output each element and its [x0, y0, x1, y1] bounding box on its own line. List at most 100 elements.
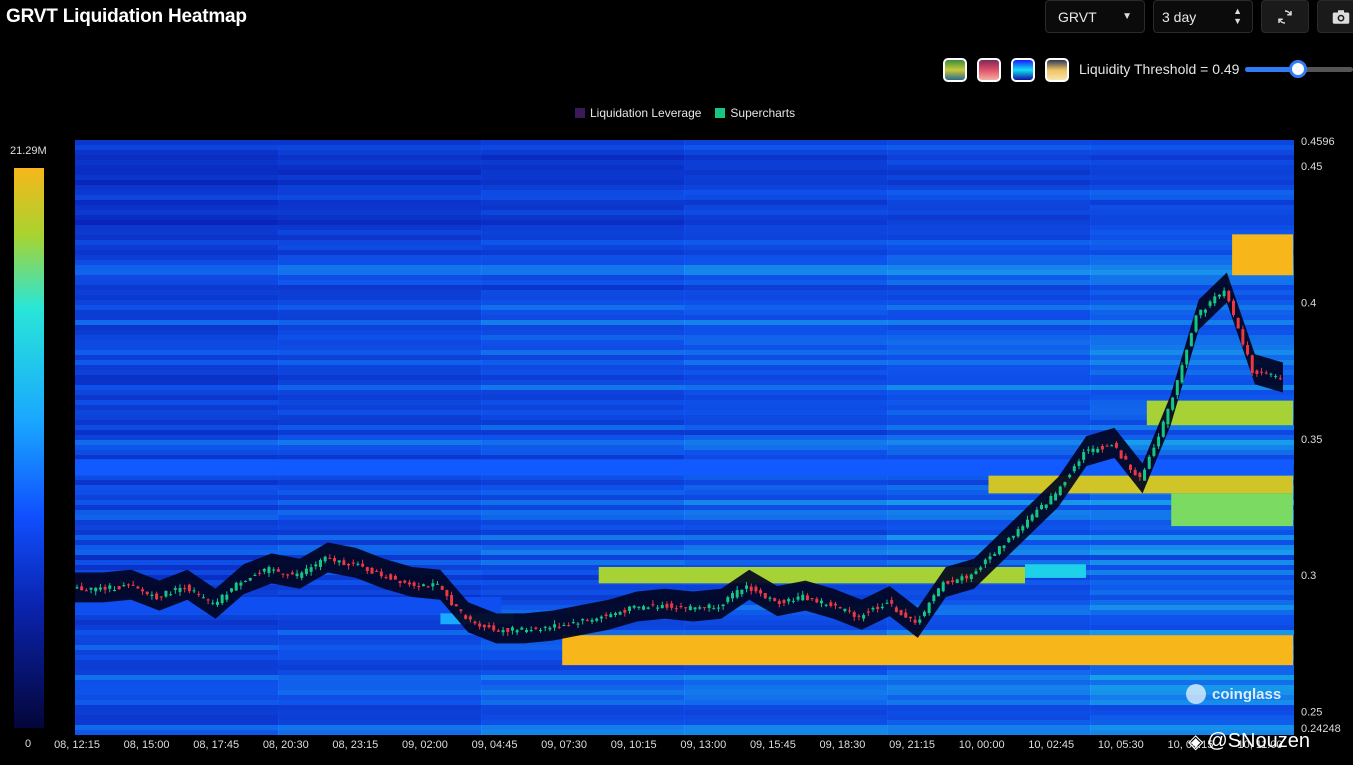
x-tick-label: 09, 21:15 — [889, 739, 935, 751]
candle-body — [918, 619, 922, 623]
candle-body — [852, 612, 856, 617]
heatmap-cell — [684, 535, 888, 540]
candle-body — [328, 558, 332, 560]
candle-body — [618, 612, 622, 615]
heatmap-cell — [1090, 425, 1294, 430]
heatmap-cell — [278, 385, 482, 390]
heatmap-cell — [75, 420, 279, 425]
heatmap-cell — [75, 620, 279, 625]
candle-body — [988, 556, 992, 560]
heatmap-cell — [684, 405, 888, 410]
candle-body — [824, 604, 828, 606]
candle-body — [304, 568, 308, 575]
heatmap-cell — [887, 690, 1091, 695]
heatmap-cell — [481, 510, 685, 515]
heatmap-cell — [1090, 605, 1294, 610]
candle-body — [707, 604, 711, 608]
heatmap-cell — [887, 380, 1091, 385]
heatmap-cell — [481, 535, 685, 540]
heatmap-cell — [481, 685, 685, 690]
heatmap-cell — [481, 380, 685, 385]
heatmap-cell — [278, 170, 482, 175]
heatmap-cell — [1090, 210, 1294, 215]
candle-body — [141, 589, 145, 592]
heatmap-chart[interactable]: 0.450.40.350.30.250.45960.2424808, 12:15… — [0, 0, 1353, 765]
heatmap-cell — [481, 195, 685, 200]
heatmap-cell — [887, 665, 1091, 670]
heatmap-cell — [684, 505, 888, 510]
heatmap-cell — [684, 150, 888, 155]
heatmap-cell — [684, 475, 888, 480]
candle-body — [407, 582, 411, 585]
heatmap-cell — [1090, 170, 1294, 175]
candle-body — [590, 620, 594, 622]
heatmap-cell — [75, 700, 279, 705]
heatmap-cell — [887, 675, 1091, 680]
heatmap-cell — [278, 425, 482, 430]
candle-body — [1021, 526, 1025, 531]
candle-body — [1138, 472, 1142, 478]
heatmap-cell — [481, 345, 685, 350]
candle-body — [726, 597, 730, 603]
heatmap-cell — [75, 350, 279, 355]
heatmap-cell — [684, 630, 888, 635]
heatmap-cell — [684, 375, 888, 380]
heatmap-cell — [278, 485, 482, 490]
heatmap-cell — [887, 370, 1091, 375]
heatmap-cell — [887, 275, 1091, 280]
heatmap-cell — [1090, 590, 1294, 595]
heatmap-cell — [887, 730, 1091, 735]
heatmap-cell — [481, 545, 685, 550]
heatmap-cell — [278, 225, 482, 230]
candle-body — [1250, 355, 1254, 374]
heatmap-cell — [1090, 285, 1294, 290]
heatmap-cell — [75, 285, 279, 290]
heatmap-cell — [887, 260, 1091, 265]
candle-body — [1236, 318, 1240, 329]
heatmap-cell — [278, 395, 482, 400]
heatmap-cell — [481, 215, 685, 220]
candle-body — [370, 567, 374, 574]
heatmap-cell — [75, 730, 279, 735]
candle-body — [393, 575, 397, 580]
candle-body — [1189, 333, 1193, 347]
heatmap-cell — [278, 480, 482, 485]
heatmap-cell — [887, 330, 1091, 335]
heatmap-cell — [684, 255, 888, 260]
candle-body — [599, 616, 603, 619]
heatmap-cell — [887, 445, 1091, 450]
candle-body — [571, 622, 575, 624]
heatmap-cell — [1090, 540, 1294, 545]
heatmap-cell — [1090, 185, 1294, 190]
heatmap-cell — [481, 495, 685, 500]
candle-body — [384, 577, 388, 579]
heatmap-cell — [75, 345, 279, 350]
heatmap-cell — [481, 525, 685, 530]
heatmap-cell — [481, 315, 685, 320]
candle-body — [843, 608, 847, 612]
heatmap-cell — [1090, 215, 1294, 220]
heatmap-cell — [1090, 220, 1294, 225]
candle-body — [1157, 436, 1161, 447]
candle-body — [431, 583, 435, 587]
candle-body — [1049, 495, 1053, 505]
heatmap-cell — [887, 160, 1091, 165]
heatmap-cell — [887, 320, 1091, 325]
heatmap-cell — [278, 635, 482, 640]
candle-body — [1166, 408, 1170, 425]
heatmap-cell — [75, 430, 279, 435]
heatmap-cell — [684, 455, 888, 460]
candle-body — [375, 570, 379, 572]
candle-body — [698, 607, 702, 609]
heatmap-cell — [887, 430, 1091, 435]
candle-body — [80, 586, 84, 591]
candle-body — [796, 596, 800, 600]
heatmap-cell — [75, 425, 279, 430]
heatmap-cell — [75, 395, 279, 400]
candle-body — [501, 630, 505, 633]
candle-body — [894, 607, 898, 612]
candle-body — [951, 580, 955, 583]
heatmap-cell — [1090, 715, 1294, 720]
heatmap-cell — [481, 700, 685, 705]
heatmap-cell — [75, 550, 279, 555]
